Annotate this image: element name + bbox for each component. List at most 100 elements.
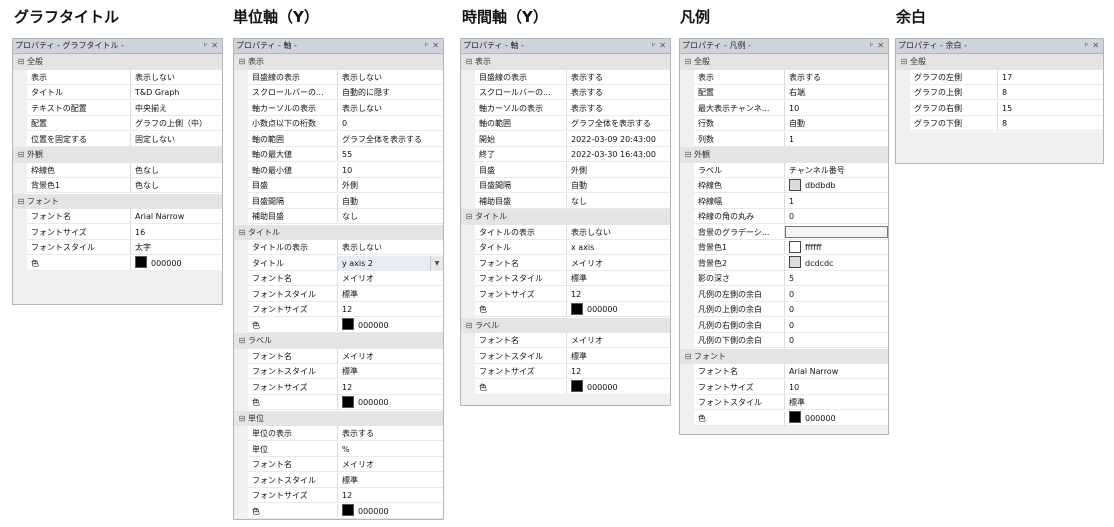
property-value[interactable]: 000000 (338, 317, 443, 333)
close-icon[interactable]: ✕ (659, 39, 666, 53)
property-value[interactable]: Arial Narrow (785, 364, 888, 379)
property-value[interactable]: 自動的に隠す (338, 85, 443, 100)
property-value[interactable]: 外側 (567, 162, 670, 178)
property-value[interactable]: チャンネル番号 (785, 162, 888, 178)
property-value[interactable]: 5 (785, 271, 888, 286)
property-value[interactable]: 自動 (785, 116, 888, 131)
property-value[interactable]: 標準 (785, 395, 888, 410)
property-value[interactable]: 2022-03-09 20:43:00 (567, 131, 670, 147)
category-row[interactable]: ⊟ 単位 (234, 410, 443, 426)
property-row[interactable]: 目盛 外側 (234, 178, 443, 194)
property-value[interactable]: メイリオ (338, 348, 443, 364)
property-value[interactable]: メイリオ (567, 255, 670, 271)
property-value[interactable]: dcdcdc (785, 255, 888, 271)
property-value[interactable]: 表示しない (131, 69, 222, 85)
gradient-selector[interactable] (785, 225, 888, 238)
property-row[interactable]: ラベル チャンネル番号 (680, 162, 888, 178)
pin-icon[interactable]: ᵖ (204, 39, 207, 53)
property-value[interactable]: 000000 (785, 410, 888, 426)
property-row[interactable]: 軸カーソルの表示 表示しない (234, 100, 443, 116)
property-value[interactable]: 000000 (567, 302, 670, 317)
property-row[interactable]: グラフの上側 8 (896, 85, 1103, 101)
category-row[interactable]: ⊟ ラベル (461, 317, 670, 334)
property-row[interactable]: グラフの下側 8 (896, 116, 1103, 132)
property-value[interactable]: 8 (998, 116, 1103, 131)
property-value[interactable]: 0 (785, 317, 888, 333)
property-value[interactable]: 16 (131, 224, 222, 240)
property-row[interactable]: スクロールバーの... 自動的に隠す (234, 85, 443, 101)
property-row[interactable]: 凡例の左側の余白 0 (680, 286, 888, 302)
property-row[interactable]: 行数 自動 (680, 116, 888, 132)
property-value[interactable]: 標準 (338, 286, 443, 302)
property-row[interactable]: 目盛線の表示 表示しない (234, 69, 443, 85)
property-value[interactable]: 12 (338, 488, 443, 503)
property-value[interactable]: メイリオ (567, 333, 670, 348)
property-row[interactable]: 枠線幅 1 (680, 193, 888, 209)
property-row[interactable]: 単位の表示 表示する (234, 426, 443, 442)
property-row[interactable]: 軸の最小値 10 (234, 162, 443, 178)
category-row[interactable]: ⊟ タイトル (234, 224, 443, 240)
property-value[interactable]: 標準 (567, 348, 670, 364)
property-row[interactable]: 凡例の上側の余白 0 (680, 302, 888, 318)
property-row[interactable]: 終了 2022-03-30 16:43:00 (461, 147, 670, 163)
property-value[interactable]: グラフの上側（中） (131, 116, 222, 131)
property-value[interactable]: 中央揃え (131, 100, 222, 116)
close-icon[interactable]: ✕ (877, 39, 884, 53)
pin-icon[interactable]: ᵖ (425, 39, 428, 53)
property-value[interactable]: 0 (785, 286, 888, 302)
property-row[interactable]: フォントサイズ 12 (234, 379, 443, 395)
property-row[interactable]: 色 000000 (234, 317, 443, 333)
property-row[interactable]: 配置 グラフの上側（中） (13, 116, 222, 132)
close-icon[interactable]: ✕ (1092, 39, 1099, 53)
property-row[interactable]: 目盛間隔 自動 (234, 193, 443, 209)
property-value[interactable]: 表示する (567, 100, 670, 116)
property-row[interactable]: フォント名 メイリオ (461, 333, 670, 349)
category-row[interactable]: ⊟ 全般 (680, 54, 888, 70)
property-row[interactable]: フォント名 メイリオ (234, 271, 443, 287)
property-row[interactable]: フォントスタイル 太字 (13, 240, 222, 256)
property-row[interactable]: フォントサイズ 12 (461, 286, 670, 302)
property-value[interactable]: ffffff (785, 240, 888, 255)
property-value[interactable]: メイリオ (338, 457, 443, 472)
property-value[interactable]: 12 (567, 364, 670, 379)
property-value[interactable]: 000000 (338, 395, 443, 410)
category-row[interactable]: ⊟ 全般 (13, 54, 222, 70)
collapse-icon[interactable]: ⊟ (464, 318, 474, 334)
property-value[interactable]: 1 (785, 131, 888, 147)
property-row[interactable]: 表示 表示する (680, 69, 888, 85)
property-value[interactable]: 12 (338, 302, 443, 317)
property-value[interactable]: 表示する (785, 69, 888, 85)
collapse-icon[interactable]: ⊟ (464, 209, 474, 225)
property-value[interactable]: グラフ全体を表示する (567, 116, 670, 131)
pin-icon[interactable]: ᵖ (652, 39, 655, 53)
property-value[interactable]: 000000 (338, 503, 443, 519)
property-row[interactable]: フォントサイズ 12 (234, 302, 443, 318)
category-row[interactable]: ⊟ 全般 (896, 54, 1103, 70)
property-value[interactable]: 色なし (131, 162, 222, 178)
property-value[interactable]: 自動 (338, 193, 443, 209)
property-row[interactable]: フォント名 Arial Narrow (13, 209, 222, 225)
property-value[interactable]: % (338, 441, 443, 457)
property-value[interactable]: 0 (785, 302, 888, 317)
property-row[interactable]: フォントスタイル 標準 (234, 364, 443, 380)
property-row[interactable]: タイトル x axis (461, 240, 670, 256)
category-row[interactable]: ⊟ フォント (13, 193, 222, 210)
property-value[interactable]: 2022-03-30 16:43:00 (567, 147, 670, 162)
property-row[interactable]: 軸カーソルの表示 表示する (461, 100, 670, 116)
property-row[interactable]: フォントスタイル 標準 (234, 472, 443, 488)
category-row[interactable]: ⊟ 外観 (680, 147, 888, 163)
collapse-icon[interactable]: ⊟ (16, 194, 26, 210)
property-row[interactable]: フォントサイズ 10 (680, 379, 888, 395)
property-row[interactable]: 色 000000 (461, 379, 670, 395)
property-row[interactable]: フォント名 メイリオ (234, 348, 443, 364)
property-row[interactable]: 目盛間隔 自動 (461, 178, 670, 194)
collapse-icon[interactable]: ⊟ (683, 147, 693, 163)
property-value[interactable]: 表示する (338, 426, 443, 441)
property-row[interactable]: 目盛線の表示 表示する (461, 69, 670, 85)
property-row[interactable]: 枠線色 色なし (13, 162, 222, 178)
property-row[interactable]: 目盛 外側 (461, 162, 670, 178)
property-row[interactable]: 色 000000 (234, 503, 443, 519)
property-row[interactable]: スクロールバーの... 表示する (461, 85, 670, 101)
property-value[interactable]: 10 (785, 100, 888, 116)
property-value[interactable]: 12 (567, 286, 670, 302)
